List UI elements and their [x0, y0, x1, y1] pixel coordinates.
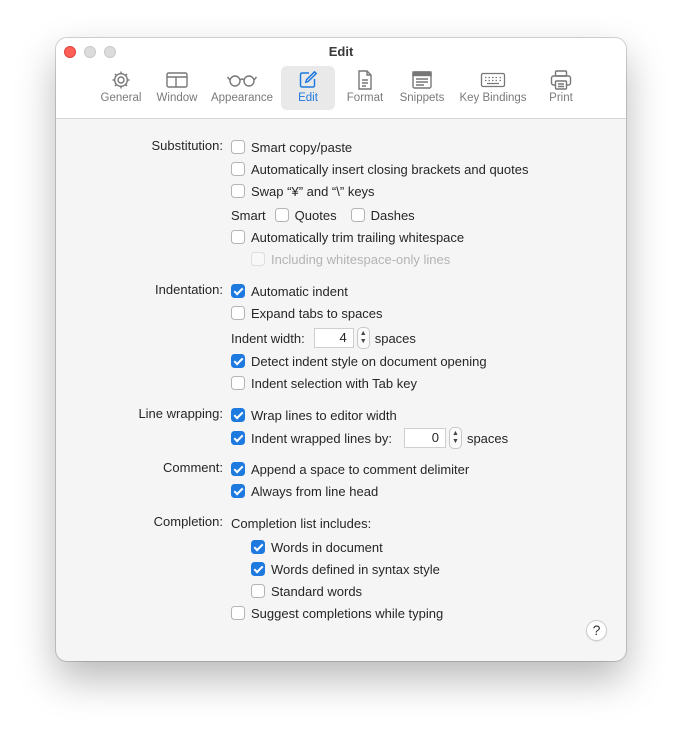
indent-wrapped-row[interactable]: Indent wrapped lines by: 0 ▲ ▼ spaces — [231, 427, 508, 449]
stepper-down-icon[interactable]: ▼ — [452, 438, 459, 446]
words-syntax-style-checkbox[interactable] — [251, 562, 265, 576]
from-line-head-checkbox[interactable] — [231, 484, 245, 498]
standard-words-checkbox[interactable] — [251, 584, 265, 598]
document-icon — [356, 69, 374, 91]
smart-copy-paste-row[interactable]: Smart copy/paste — [231, 138, 352, 156]
line-wrapping-label: Line wrapping: — [138, 406, 223, 421]
tab-key-bindings[interactable]: Key Bindings — [455, 66, 531, 110]
smart-dashes-label[interactable]: Dashes — [371, 208, 415, 223]
help-button[interactable]: ? — [586, 620, 607, 641]
indent-width-row: Indent width: 4 ▲ ▼ spaces — [231, 327, 416, 349]
tab-window[interactable]: Window — [152, 66, 202, 110]
trim-whitespace-row[interactable]: Automatically trim trailing whitespace — [231, 228, 464, 246]
substitution-label: Substitution: — [151, 138, 223, 153]
window-title: Edit — [328, 44, 354, 59]
edit-settings-panel: Substitution: Smart copy/paste Automatic… — [56, 119, 626, 661]
suggest-while-typing-row[interactable]: Suggest completions while typing — [231, 604, 443, 622]
standard-words-row[interactable]: Standard words — [251, 582, 362, 600]
smart-dashes-checkbox[interactable] — [350, 208, 365, 222]
wrap-lines-checkbox[interactable] — [231, 408, 245, 422]
including-whitespace-only-checkbox — [251, 252, 265, 266]
from-line-head-row[interactable]: Always from line head — [231, 482, 378, 500]
snippets-icon — [411, 69, 433, 91]
tab-snippets[interactable]: Snippets — [394, 66, 450, 110]
swap-keys-row[interactable]: Swap “¥” and “\” keys — [231, 182, 375, 200]
indent-width-stepper[interactable]: ▲ ▼ — [356, 327, 370, 349]
expand-tabs-checkbox[interactable] — [231, 306, 245, 320]
smart-quotes-checkbox[interactable] — [274, 208, 289, 222]
append-space-checkbox[interactable] — [231, 462, 245, 476]
gear-icon — [110, 69, 132, 91]
automatic-indent-row[interactable]: Automatic indent — [231, 282, 348, 300]
auto-closing-brackets-checkbox[interactable] — [231, 162, 245, 176]
glasses-icon — [226, 69, 258, 91]
trim-whitespace-checkbox[interactable] — [231, 230, 245, 244]
indent-width-field[interactable]: 4 — [313, 328, 354, 348]
tab-general[interactable]: General — [94, 66, 148, 110]
expand-tabs-row[interactable]: Expand tabs to spaces — [231, 304, 383, 322]
indent-wrapped-field[interactable]: 0 — [403, 428, 446, 448]
completion-label: Completion: — [153, 514, 223, 529]
smart-punctuation-row: Smart Quotes Dashes — [231, 207, 415, 223]
tab-format[interactable]: Format — [340, 66, 390, 110]
printer-icon — [549, 69, 573, 91]
tab-appearance[interactable]: Appearance — [208, 66, 276, 110]
title-bar: Edit General Window Appearance Edit Form… — [56, 38, 626, 119]
automatic-indent-checkbox[interactable] — [231, 284, 245, 298]
auto-closing-brackets-row[interactable]: Automatically insert closing brackets an… — [231, 160, 528, 178]
indentation-label: Indentation: — [155, 282, 223, 297]
swap-keys-checkbox[interactable] — [231, 184, 245, 198]
pencil-square-icon — [297, 69, 319, 91]
indent-wrapped-checkbox[interactable] — [231, 431, 245, 445]
stepper-up-icon[interactable]: ▲ — [360, 330, 367, 338]
indent-wrapped-stepper[interactable]: ▲ ▼ — [448, 427, 462, 449]
words-in-document-row[interactable]: Words in document — [251, 538, 383, 556]
suggest-while-typing-checkbox[interactable] — [231, 606, 245, 620]
indent-selection-tab-checkbox[interactable] — [231, 376, 245, 390]
including-whitespace-only-row: Including whitespace-only lines — [251, 250, 450, 268]
wrap-lines-row[interactable]: Wrap lines to editor width — [231, 406, 397, 424]
words-syntax-style-row[interactable]: Words defined in syntax style — [251, 560, 440, 578]
completion-includes-row: Completion list includes: — [231, 515, 372, 531]
detect-indent-style-row[interactable]: Detect indent style on document opening — [231, 352, 487, 370]
tab-print[interactable]: Print — [536, 66, 586, 110]
preferences-window: Edit General Window Appearance Edit Form… — [56, 38, 626, 661]
append-space-row[interactable]: Append a space to comment delimiter — [231, 460, 469, 478]
tab-edit[interactable]: Edit — [281, 66, 335, 110]
stepper-up-icon[interactable]: ▲ — [452, 430, 459, 438]
words-in-document-checkbox[interactable] — [251, 540, 265, 554]
smart-copy-paste-checkbox[interactable] — [231, 140, 245, 154]
indent-selection-tab-row[interactable]: Indent selection with Tab key — [231, 374, 417, 392]
keyboard-icon — [480, 69, 506, 91]
comment-label: Comment: — [163, 460, 223, 475]
detect-indent-style-checkbox[interactable] — [231, 354, 245, 368]
window-layout-icon — [165, 69, 189, 91]
stepper-down-icon[interactable]: ▼ — [360, 338, 367, 346]
smart-quotes-label[interactable]: Quotes — [295, 208, 337, 223]
